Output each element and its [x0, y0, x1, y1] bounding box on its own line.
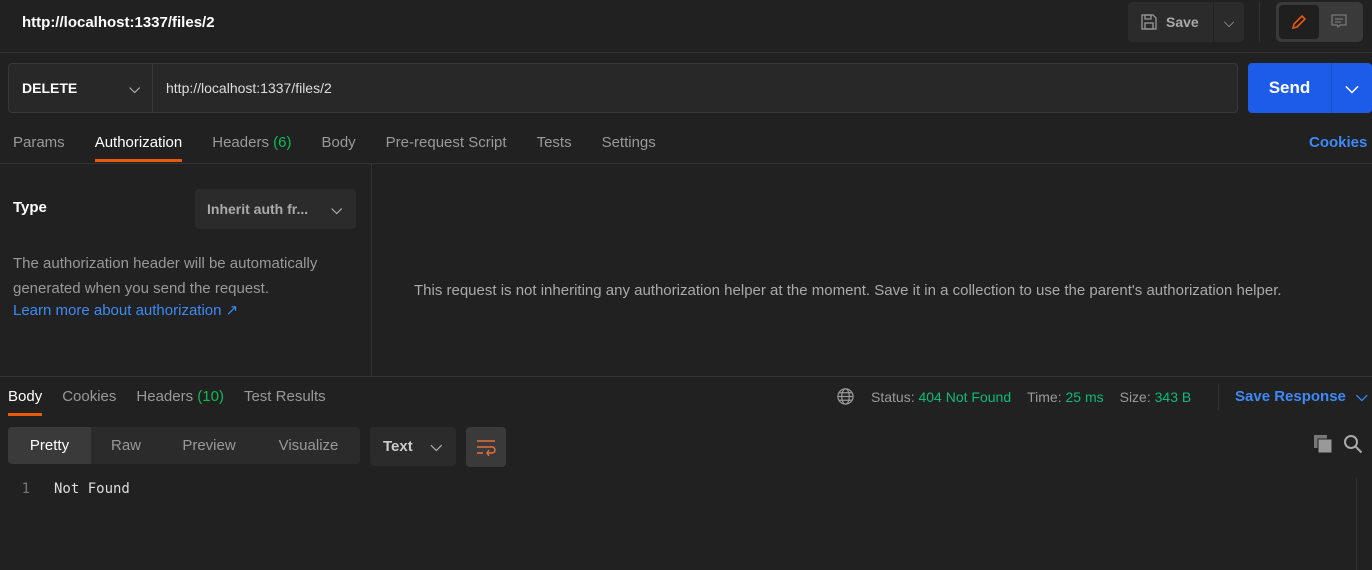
auth-description-text: The authorization header will be automat… — [13, 255, 318, 297]
url-value: http://localhost:1337/files/2 — [166, 80, 332, 96]
save-icon — [1141, 14, 1157, 30]
save-label: Save — [1166, 14, 1199, 30]
tab-label: Params — [13, 134, 65, 151]
tab-pre-request-script[interactable]: Pre-request Script — [386, 134, 507, 161]
search-icon[interactable] — [1343, 434, 1363, 457]
format-value: Text — [383, 438, 413, 455]
time-label: Time: — [1027, 388, 1062, 405]
tab-test-results[interactable]: Test Results — [244, 388, 326, 415]
tab-label: Settings — [601, 134, 656, 151]
inherit-message: This request is not inheriting any autho… — [414, 282, 1282, 299]
chevron-down-icon: ⌵ — [129, 79, 140, 96]
tab-headers[interactable]: Headers (6) — [212, 134, 291, 161]
tab-label: Pre-request Script — [385, 134, 507, 151]
chevron-down-icon: ⌵ — [430, 438, 442, 455]
auth-type-label: Type — [13, 199, 47, 216]
chevron-down-icon: ⌵ — [331, 200, 342, 217]
mode-toggle — [1276, 2, 1363, 42]
response-meta: Status: 404 Not Found Time: 25 ms Size: … — [836, 387, 1191, 406]
tab-label: Body — [8, 388, 43, 405]
cookies-link[interactable]: Cookies — [1309, 134, 1367, 151]
tab-body[interactable]: Body — [321, 134, 355, 161]
divider — [0, 52, 1372, 53]
auth-type-select[interactable]: Inherit auth fr... ⌵ — [195, 189, 356, 229]
method-value: DELETE — [22, 80, 78, 96]
tab-response-headers[interactable]: Headers (10) — [136, 388, 224, 415]
tab-label: Tests — [536, 134, 572, 151]
save-response-button[interactable]: Save Response ⌵ — [1235, 388, 1367, 405]
time: Time: 25 ms — [1027, 389, 1104, 405]
tab-count: (10) — [197, 388, 224, 405]
save-response-label: Save Response — [1235, 388, 1346, 405]
wrap-lines-button[interactable] — [466, 427, 506, 467]
tab-response-body[interactable]: Body — [8, 388, 43, 416]
status-label: Status: — [871, 388, 915, 405]
divider — [0, 163, 1372, 164]
auth-description: The authorization header will be automat… — [13, 251, 358, 321]
save-button[interactable]: Save — [1128, 2, 1213, 42]
tab-label: Body — [321, 134, 356, 151]
send-dropdown-button[interactable]: ⌵ — [1332, 63, 1372, 113]
copy-icon[interactable] — [1313, 434, 1333, 457]
request-title: http://localhost:1337/files/2 — [22, 14, 215, 31]
view-visualize[interactable]: Visualize — [257, 427, 360, 464]
save-dropdown-button[interactable]: ⌵ — [1214, 2, 1244, 42]
view-pretty[interactable]: Pretty — [8, 427, 91, 464]
chevron-down-icon: ⌵ — [1356, 388, 1368, 405]
view-preview[interactable]: Preview — [161, 427, 257, 464]
line-number: 1 — [21, 481, 30, 497]
auth-type-value: Inherit auth fr... — [207, 201, 309, 217]
divider — [1218, 384, 1219, 410]
size: Size: 343 B — [1120, 389, 1192, 405]
response-tabs: Body Cookies Headers (10) Test Results — [8, 388, 326, 416]
tab-label: Test Results — [243, 388, 326, 405]
tab-label: Headers — [136, 388, 194, 405]
divider — [1259, 2, 1260, 42]
status-value[interactable]: 404 Not Found — [918, 389, 1011, 405]
comment-icon — [1331, 14, 1347, 29]
send-button[interactable]: Send ⌵ — [1248, 63, 1372, 113]
status: Status: 404 Not Found — [871, 389, 1011, 405]
edit-mode-button[interactable] — [1279, 5, 1319, 39]
tab-settings[interactable]: Settings — [602, 134, 656, 161]
tab-authorization[interactable]: Authorization — [94, 134, 183, 162]
request-tabs: Params Authorization Headers (6) Body Pr… — [13, 134, 656, 162]
response-body-line: 1 Not Found — [0, 481, 130, 497]
pencil-icon — [1291, 14, 1307, 30]
method-select[interactable]: DELETE ⌵ — [8, 63, 153, 113]
learn-more-link[interactable]: Learn more about authorization ↗ — [13, 301, 358, 321]
format-select[interactable]: Text ⌵ — [370, 427, 456, 466]
chevron-down-icon: ⌵ — [1223, 13, 1235, 30]
divider — [371, 164, 372, 376]
send-label[interactable]: Send — [1248, 63, 1332, 113]
size-label: Size: — [1119, 388, 1151, 405]
view-mode-selector: Pretty Raw Preview Visualize — [8, 427, 360, 464]
tab-label: Authorization — [94, 134, 183, 151]
tab-label: Cookies — [62, 388, 117, 405]
size-value[interactable]: 343 B — [1155, 389, 1192, 405]
view-raw[interactable]: Raw — [91, 427, 161, 464]
divider — [0, 376, 1372, 377]
chevron-down-icon: ⌵ — [1345, 78, 1359, 97]
wrap-icon — [477, 440, 496, 456]
time-value[interactable]: 25 ms — [1065, 389, 1103, 405]
tab-label: Headers — [212, 134, 269, 151]
tab-params[interactable]: Params — [13, 134, 65, 161]
tab-response-cookies[interactable]: Cookies — [62, 388, 116, 415]
globe-icon[interactable] — [836, 387, 855, 406]
tab-tests[interactable]: Tests — [537, 134, 572, 161]
url-input[interactable]: http://localhost:1337/files/2 — [152, 63, 1238, 113]
scrollbar[interactable] — [1356, 478, 1357, 570]
comments-button[interactable] — [1319, 5, 1359, 39]
line-text: Not Found — [54, 481, 130, 497]
tab-count: (6) — [273, 134, 292, 151]
